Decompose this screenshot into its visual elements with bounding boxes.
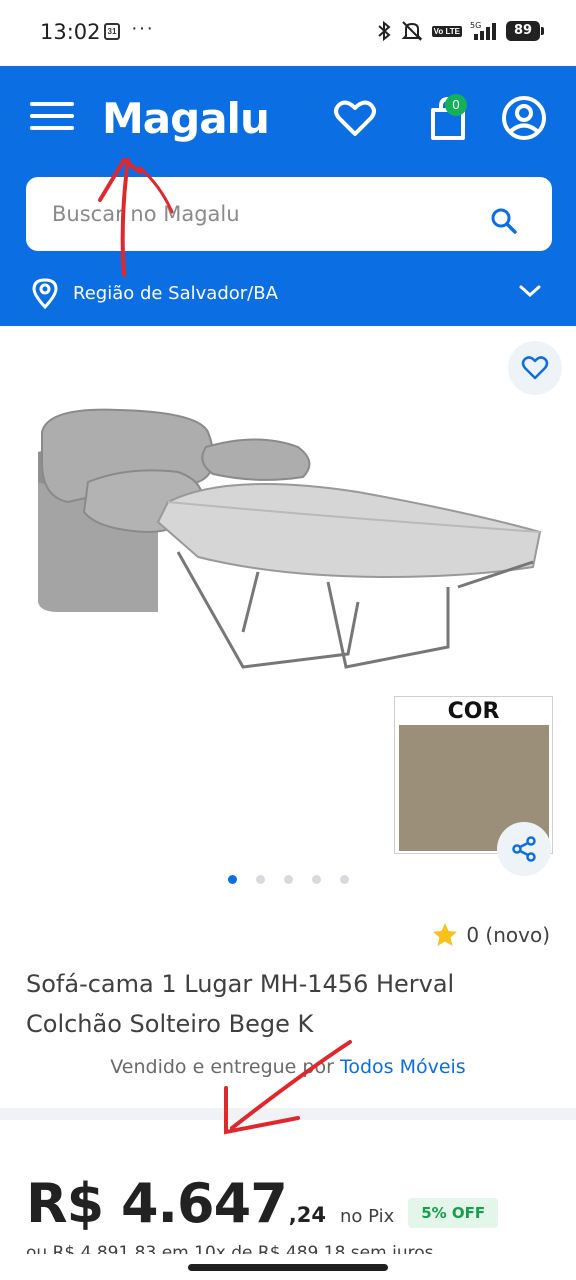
seller-prefix: Vendido e entregue por: [110, 1056, 334, 1078]
price-row: R$ 4.647 ,24 no Pix 5% OFF: [26, 1172, 499, 1235]
heart-icon[interactable]: [331, 94, 379, 142]
more-notifications-icon: ···: [131, 17, 154, 39]
seller-link[interactable]: Todos Móveis: [340, 1056, 466, 1078]
search-bar: [26, 177, 552, 251]
delivery-region-selector[interactable]: Região de Salvador/BA: [30, 275, 550, 309]
status-bar: 13:02 31 ··· Vo LTE 5G 89: [0, 0, 576, 66]
pagination-dot-4[interactable]: [312, 875, 321, 884]
magalu-logo[interactable]: Magalu: [102, 94, 270, 143]
share-icon: [512, 836, 536, 862]
color-label: COR: [447, 699, 500, 724]
image-pagination-dots: [228, 875, 349, 884]
star-icon: [433, 923, 458, 946]
add-to-wishlist-button[interactable]: [508, 341, 562, 395]
payment-method-label: no Pix: [339, 1206, 395, 1227]
seller-info: Vendido e entregue por Todos Móveis: [0, 1056, 576, 1078]
product-image-sofa-bed[interactable]: [28, 402, 548, 682]
pagination-dot-3[interactable]: [284, 875, 293, 884]
rating-text: 0 (novo): [466, 923, 550, 947]
chevron-down-icon: [519, 285, 541, 298]
app-header: Magalu 0 Região de Salvador/BA: [0, 66, 576, 326]
price-cents: ,24: [288, 1203, 326, 1227]
bluetooth-icon: [377, 20, 391, 42]
product-rating[interactable]: 0 (novo): [432, 922, 550, 948]
search-icon[interactable]: [490, 207, 518, 235]
volte-icon: Vo LTE: [431, 25, 462, 37]
map-pin-icon: [32, 278, 58, 309]
status-time: 13:02: [40, 20, 101, 44]
heart-icon: [521, 356, 549, 380]
svg-text:5G: 5G: [470, 21, 481, 30]
region-label: Região de Salvador/BA: [73, 283, 278, 304]
hamburger-icon: [30, 102, 74, 106]
price-main: R$ 4.647: [26, 1172, 288, 1235]
user-circle-icon[interactable]: [500, 94, 548, 142]
discount-badge: 5% OFF: [408, 1198, 499, 1228]
gesture-navigation-bar[interactable]: [188, 1264, 388, 1271]
mute-icon: [401, 21, 423, 41]
installments-text: ou R$ 4.891,83 em 10x de R$ 489,18 sem j…: [26, 1243, 434, 1254]
product-gallery: COR: [0, 326, 576, 906]
hamburger-menu-button[interactable]: [30, 102, 74, 134]
product-title: Sofá-cama 1 Lugar MH-1456 Herval Colchão…: [26, 970, 455, 1038]
search-input[interactable]: [52, 199, 472, 229]
status-icons: Vo LTE 5G 89: [376, 20, 544, 42]
battery-indicator: 89: [506, 21, 544, 41]
pagination-dot-2[interactable]: [256, 875, 265, 884]
hamburger-icon-line: [30, 126, 74, 130]
cart-count-badge: 0: [445, 94, 467, 116]
signal-icon: 5G: [470, 21, 496, 40]
hamburger-icon-line: [30, 114, 74, 118]
pagination-dot-5[interactable]: [340, 875, 349, 884]
pagination-dot-1[interactable]: [228, 875, 237, 884]
share-button[interactable]: [497, 822, 551, 876]
section-divider: [0, 1108, 576, 1120]
calendar-icon: 31: [104, 23, 120, 40]
